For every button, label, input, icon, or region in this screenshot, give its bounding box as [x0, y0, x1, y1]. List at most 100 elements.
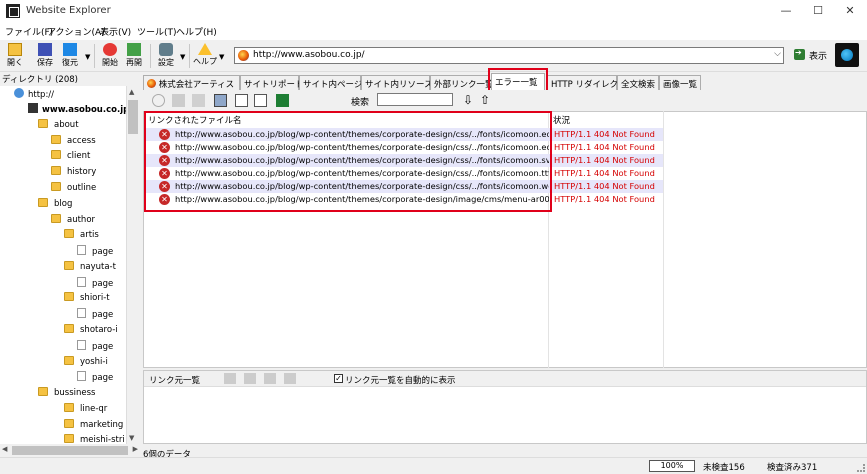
tree-item-yoshi-i[interactable]: yoshi-i	[64, 356, 108, 370]
tree-item-page[interactable]: page	[77, 245, 113, 259]
restore-dropdown-icon[interactable]: ▼	[85, 53, 90, 61]
toolbar-separator	[94, 44, 95, 68]
link-source-pane: リンク元一覧 ✓ リンク元一覧を自動的に表示	[143, 370, 867, 444]
tab-external-links[interactable]: 外部リンク一覧	[430, 75, 494, 90]
table-icon[interactable]	[284, 373, 296, 384]
tree-item-access[interactable]: access	[51, 135, 96, 149]
tree-item-marketing[interactable]: marketing	[64, 419, 123, 433]
help-button[interactable]: ヘルプ	[192, 42, 218, 70]
resize-grip-icon[interactable]	[857, 464, 865, 472]
tree-item-shiori-t[interactable]: shiori-t	[64, 292, 110, 306]
folder-icon	[64, 324, 74, 333]
folder-icon	[51, 135, 61, 144]
column-header-status[interactable]: 状況	[553, 114, 570, 126]
search-icon[interactable]	[152, 94, 165, 107]
scroll-thumb[interactable]	[12, 446, 128, 455]
excel-icon[interactable]	[276, 94, 289, 107]
tree-item-author[interactable]: author	[51, 214, 95, 228]
search-icon[interactable]	[244, 373, 256, 384]
open-button[interactable]: 開く	[2, 42, 28, 70]
open-folder-icon[interactable]	[224, 373, 236, 384]
tab-site-pages[interactable]: サイト内ページ	[299, 75, 362, 90]
help-icon	[198, 43, 212, 55]
checked-count: 検査済み371	[767, 463, 818, 473]
tree-item-meishi-stri[interactable]: meishi-stri	[64, 434, 125, 444]
tree-item-artis[interactable]: artis	[64, 229, 99, 243]
tab-image-list[interactable]: 画像一覧	[659, 75, 701, 90]
app-icon	[6, 4, 20, 18]
menu-file[interactable]: ファイル(F)	[5, 25, 53, 38]
scroll-right-icon[interactable]: ▶	[133, 445, 138, 453]
close-button[interactable]: ✕	[835, 0, 865, 22]
url-input[interactable]: http://www.asobou.co.jp/ ⌵	[234, 47, 784, 64]
tree-item-shotaro-i[interactable]: shotaro-i	[64, 324, 118, 338]
resume-button[interactable]: 再開	[121, 42, 147, 70]
tab-site-report[interactable]: サイトリポート	[240, 75, 304, 90]
scroll-left-icon[interactable]: ◀	[2, 445, 7, 453]
highlight-box-list	[144, 111, 552, 212]
unchecked-count: 未検査156	[703, 463, 745, 473]
zoom-level: 100%	[649, 460, 695, 472]
search-prev-icon[interactable]: ⇧	[480, 93, 490, 107]
tree-item-blog[interactable]: blog	[38, 198, 72, 212]
page-icon	[77, 245, 86, 255]
tab-http-redirect[interactable]: HTTP リダイレクト	[547, 75, 626, 90]
auto-show-checkbox[interactable]: ✓	[334, 374, 343, 383]
scroll-up-icon[interactable]: ▲	[129, 88, 134, 96]
restore-button[interactable]: 復元	[57, 42, 83, 70]
tree-item-history[interactable]: history	[51, 166, 96, 180]
go-arrow-icon	[794, 48, 805, 60]
table-icon[interactable]	[214, 94, 227, 107]
tree-item-page[interactable]: page	[77, 340, 113, 354]
tree-item-page[interactable]: page	[77, 371, 113, 385]
tree-item-nayuta-t[interactable]: nayuta-t	[64, 261, 116, 275]
copy-icon[interactable]	[192, 94, 205, 107]
menu-view[interactable]: 表示(V)	[100, 25, 131, 38]
tree-item-bussiness[interactable]: bussiness	[38, 387, 95, 401]
help-dropdown-icon[interactable]: ▼	[219, 53, 224, 61]
tree-item-about[interactable]: about	[38, 119, 79, 133]
tree-horizontal-scrollbar[interactable]: ◀ ▶	[0, 444, 140, 457]
scroll-down-icon[interactable]: ▼	[129, 434, 134, 442]
tab-site-resources[interactable]: サイト内リソース	[361, 75, 433, 90]
settings-icon	[159, 43, 173, 56]
tab-company[interactable]: 株式会社アーティス	[143, 75, 240, 90]
page-icon	[77, 277, 86, 287]
start-button[interactable]: 開始	[97, 42, 123, 70]
minimize-button[interactable]: —	[771, 0, 801, 22]
search-next-icon[interactable]: ⇩	[463, 93, 473, 107]
save-icon	[38, 43, 52, 56]
show-button[interactable]: 表示	[792, 47, 830, 64]
folder-icon	[64, 356, 74, 365]
edit-document-icon[interactable]	[235, 94, 248, 107]
network-icon	[14, 88, 24, 98]
document-icon[interactable]	[254, 94, 267, 107]
url-dropdown-icon[interactable]: ⌵	[774, 49, 781, 59]
toolbar-separator	[150, 44, 151, 68]
tree-item-line-qr[interactable]: line-qr	[64, 403, 107, 417]
auto-show-label: リンク元一覧を自動的に表示	[345, 376, 456, 386]
tree-item-host[interactable]: www.asobou.co.jp	[28, 103, 126, 117]
menu-tools[interactable]: ツール(T)	[137, 25, 177, 38]
open-folder-icon[interactable]	[172, 94, 185, 107]
tree-item-page[interactable]: page	[77, 277, 113, 291]
settings-dropdown-icon[interactable]: ▼	[180, 53, 185, 61]
maximize-button[interactable]: ☐	[803, 0, 833, 22]
tree-item-page[interactable]: page	[77, 308, 113, 322]
resume-icon	[127, 43, 141, 56]
tree-vertical-scrollbar[interactable]: ▲ ▼	[126, 86, 139, 444]
page-icon	[77, 308, 86, 318]
scroll-thumb[interactable]	[128, 100, 138, 134]
tree-item-outline[interactable]: outline	[51, 182, 96, 196]
search-input[interactable]	[377, 93, 453, 106]
save-button[interactable]: 保存	[32, 42, 58, 70]
menu-action[interactable]: アクション(A)	[47, 25, 105, 38]
settings-button[interactable]: 設定	[153, 42, 179, 70]
link-source-header: リンク元一覧 ✓ リンク元一覧を自動的に表示	[144, 371, 866, 387]
search-label: 検索	[351, 98, 370, 108]
menu-help[interactable]: ヘルプ(H)	[176, 25, 217, 38]
copy-icon[interactable]	[264, 373, 276, 384]
tree-item-root[interactable]: http://	[14, 88, 54, 102]
tab-full-text-search[interactable]: 全文検索	[617, 75, 659, 90]
tree-item-client[interactable]: client	[51, 150, 90, 164]
